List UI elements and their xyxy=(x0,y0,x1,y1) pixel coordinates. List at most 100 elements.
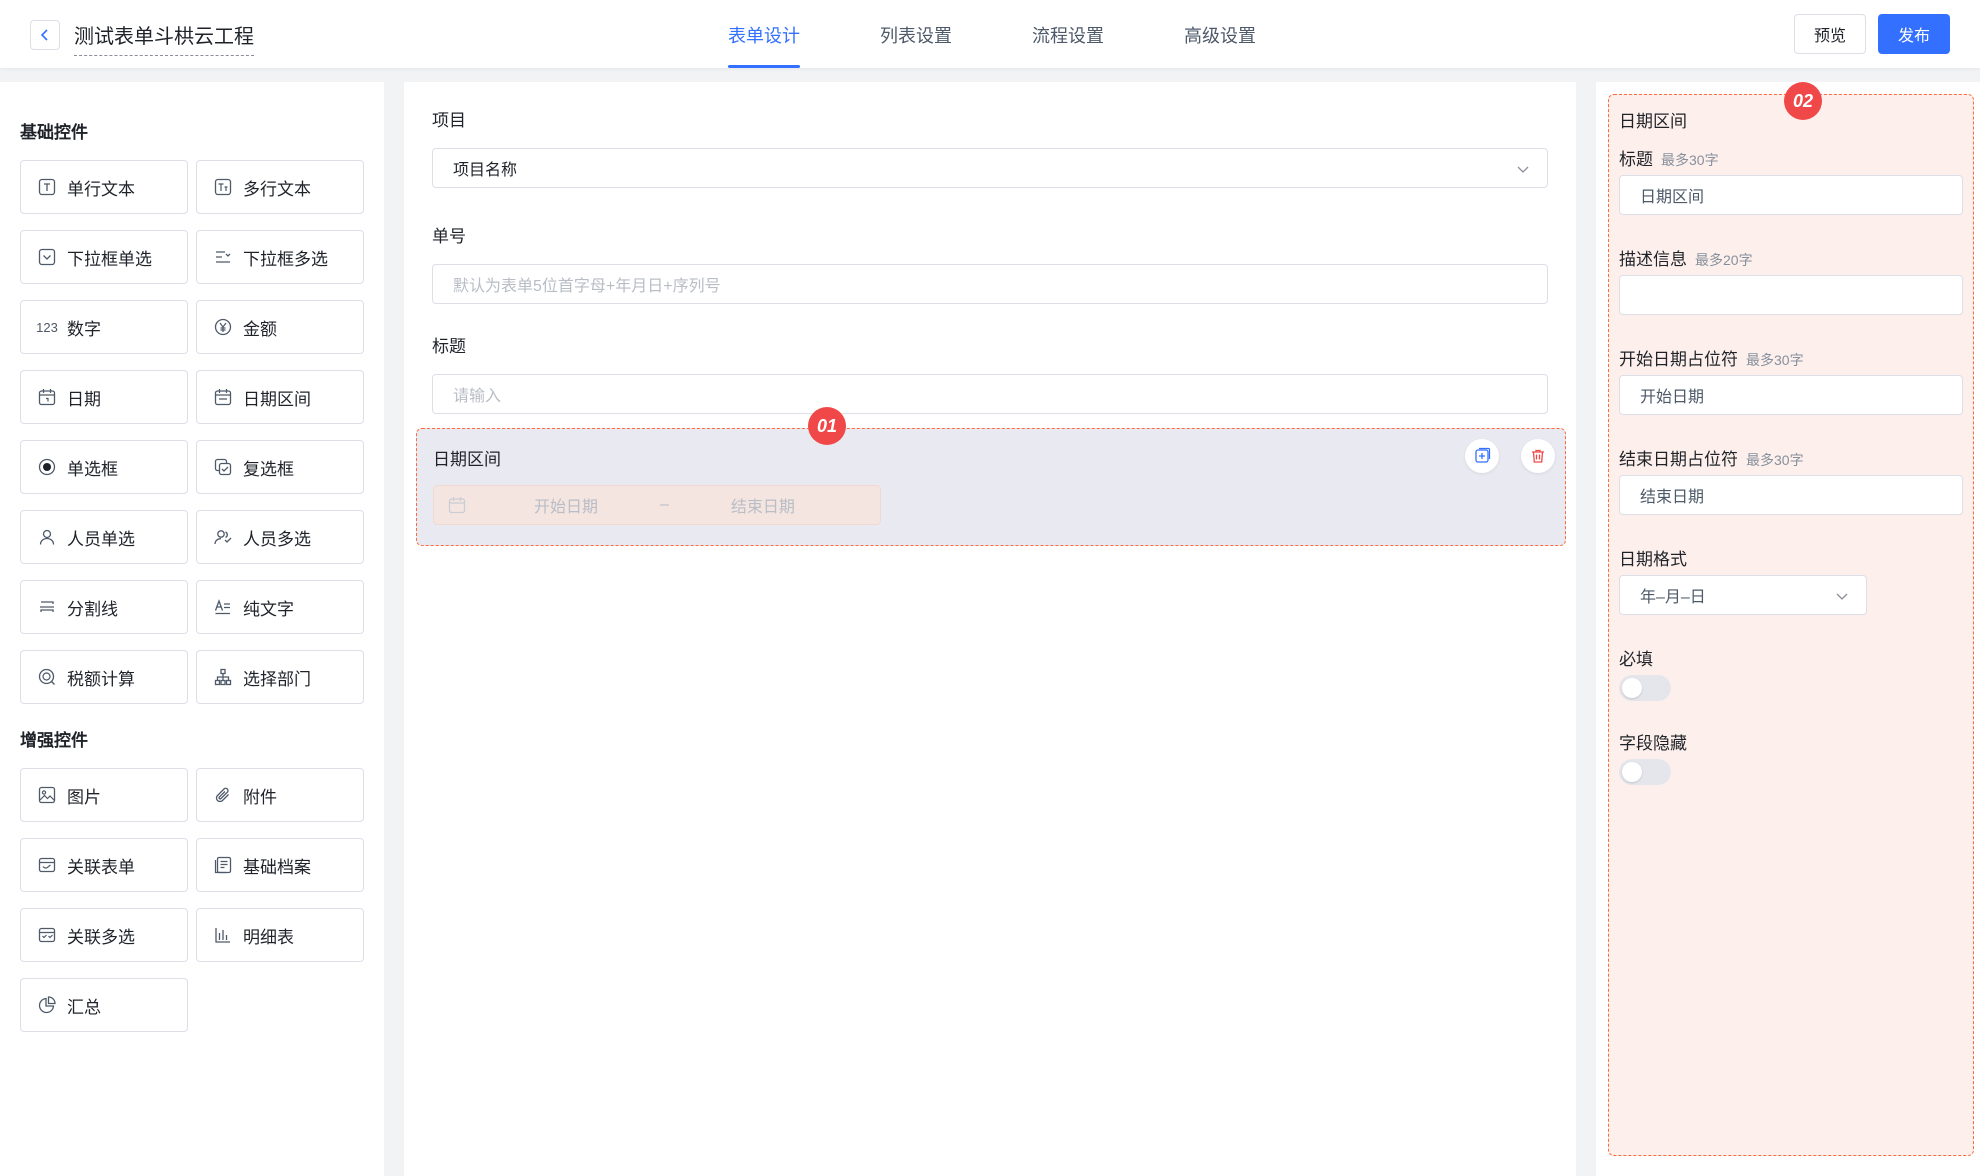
tab-form-design[interactable]: 表单设计 xyxy=(728,0,800,68)
widget-number[interactable]: 123 数字 xyxy=(20,300,188,354)
yen-coin-icon xyxy=(213,317,233,337)
textarea-icon xyxy=(213,177,233,197)
text-align-icon xyxy=(213,597,233,617)
widget-dropdown-single[interactable]: 下拉框单选 xyxy=(20,230,188,284)
tab-advanced-settings[interactable]: 高级设置 xyxy=(1184,0,1256,68)
form-title[interactable]: 测试表单斗栱云工程 xyxy=(74,20,254,56)
widget-divider[interactable]: 分割线 xyxy=(20,580,188,634)
prop-start-value: 开始日期 xyxy=(1640,389,1705,406)
widget-label: 基础档案 xyxy=(243,857,311,877)
annotation-marker-02: 02 xyxy=(1784,82,1822,120)
prop-start-input[interactable]: 开始日期 xyxy=(1619,375,1963,415)
tab-list-settings[interactable]: 列表设置 xyxy=(880,0,952,68)
widget-image[interactable]: 图片 xyxy=(20,768,188,822)
widget-linked-multi[interactable]: 关联多选 xyxy=(20,908,188,962)
tax-calculator-icon xyxy=(37,667,57,687)
project-select-value: 项目名称 xyxy=(453,162,518,179)
linked-form-icon xyxy=(37,855,57,875)
widget-date-range[interactable]: 日期区间 xyxy=(196,370,364,424)
multi-select-list-icon xyxy=(213,247,233,267)
widget-label: 关联多选 xyxy=(67,927,135,947)
radio-icon xyxy=(37,457,57,477)
enhanced-widgets-title: 增强控件 xyxy=(20,731,88,750)
prop-title-label-text: 标题 xyxy=(1619,150,1653,169)
widget-person-multi[interactable]: 人员多选 xyxy=(196,510,364,564)
prop-title-hint: 最多30字 xyxy=(1661,152,1719,168)
user-icon xyxy=(37,527,57,547)
widget-person-single[interactable]: 人员单选 xyxy=(20,510,188,564)
widget-basic-archive[interactable]: 基础档案 xyxy=(196,838,364,892)
chevron-down-icon xyxy=(1836,593,1848,600)
prop-format-select[interactable]: 年–月–日 xyxy=(1619,575,1867,615)
back-button[interactable] xyxy=(30,20,60,50)
annotation-marker-01: 01 xyxy=(808,407,846,445)
title-input-placeholder: 请输入 xyxy=(453,388,502,405)
number-label: 单号 xyxy=(432,227,466,246)
widget-label: 税额计算 xyxy=(67,669,135,689)
widget-label: 单行文本 xyxy=(67,179,135,199)
number-input-placeholder: 默认为表单5位首字母+年月日+序列号 xyxy=(453,278,721,295)
main-tabs: 表单设计 列表设置 流程设置 高级设置 xyxy=(728,0,1336,68)
prop-start-label: 开始日期占位符 最多30字 xyxy=(1619,345,1804,370)
preview-button[interactable]: 预览 xyxy=(1794,14,1866,54)
date-range-picker[interactable]: 开始日期 – 结束日期 xyxy=(433,485,881,525)
widget-label: 单选框 xyxy=(67,459,118,479)
publish-button[interactable]: 发布 xyxy=(1878,14,1950,54)
org-chart-icon xyxy=(213,667,233,687)
copy-field-button[interactable] xyxy=(1465,439,1499,473)
widget-radio[interactable]: 单选框 xyxy=(20,440,188,494)
widget-department[interactable]: 选择部门 xyxy=(196,650,364,704)
widget-checkbox[interactable]: 复选框 xyxy=(196,440,364,494)
prop-desc-hint: 最多20字 xyxy=(1695,252,1753,268)
widget-dropdown-multi[interactable]: 下拉框多选 xyxy=(196,230,364,284)
widget-linked-form[interactable]: 关联表单 xyxy=(20,838,188,892)
widget-label: 关联表单 xyxy=(67,857,135,877)
widget-label: 多行文本 xyxy=(243,179,311,199)
widget-attachment[interactable]: 附件 xyxy=(196,768,364,822)
widget-label: 日期区间 xyxy=(243,389,311,409)
prop-start-hint: 最多30字 xyxy=(1746,352,1804,368)
properties-heading: 日期区间 xyxy=(1619,112,1687,131)
title-input[interactable]: 请输入 xyxy=(432,374,1548,414)
text-field-icon xyxy=(37,177,57,197)
pie-chart-icon xyxy=(37,995,57,1015)
required-toggle[interactable] xyxy=(1619,675,1671,701)
widget-label: 人员单选 xyxy=(67,529,135,549)
number-icon: 123 xyxy=(36,319,58,335)
widget-label: 金额 xyxy=(243,319,277,339)
prop-desc-label-text: 描述信息 xyxy=(1619,250,1687,269)
date-range-label: 日期区间 xyxy=(433,450,501,469)
prop-end-input[interactable]: 结束日期 xyxy=(1619,475,1963,515)
selected-date-range-field[interactable]: 日期区间 开始日期 – 结束日期 xyxy=(416,428,1566,546)
widget-plain-text[interactable]: 纯文字 xyxy=(196,580,364,634)
tab-flow-settings[interactable]: 流程设置 xyxy=(1032,0,1104,68)
widget-summary[interactable]: 汇总 xyxy=(20,978,188,1032)
prop-title-input[interactable]: 日期区间 xyxy=(1619,175,1963,215)
widget-amount[interactable]: 金额 xyxy=(196,300,364,354)
prop-end-hint: 最多30字 xyxy=(1746,452,1804,468)
hidden-toggle[interactable] xyxy=(1619,759,1671,785)
calendar-range-icon xyxy=(213,387,233,407)
widget-single-line-text[interactable]: 单行文本 xyxy=(20,160,188,214)
trash-icon xyxy=(1532,449,1544,463)
prop-start-label-text: 开始日期占位符 xyxy=(1619,350,1738,369)
linked-multi-icon xyxy=(37,925,57,945)
paperclip-icon xyxy=(213,785,233,805)
prop-desc-input[interactable] xyxy=(1619,275,1963,315)
project-select[interactable]: 项目名称 xyxy=(432,148,1548,188)
prop-end-value: 结束日期 xyxy=(1640,489,1705,506)
widget-detail-table[interactable]: 明细表 xyxy=(196,908,364,962)
widget-label: 下拉框单选 xyxy=(67,249,152,269)
widget-label: 数字 xyxy=(67,319,101,339)
number-input[interactable]: 默认为表单5位首字母+年月日+序列号 xyxy=(432,264,1548,304)
widget-label: 下拉框多选 xyxy=(243,249,328,269)
widget-palette: 基础控件 单行文本 多行文本 下拉框单选 下拉框多选 123 数字 金额 日期 … xyxy=(0,82,384,1176)
delete-field-button[interactable] xyxy=(1521,439,1555,473)
archive-document-icon xyxy=(213,855,233,875)
end-date-placeholder: 结束日期 xyxy=(730,499,795,516)
basic-widgets-title: 基础控件 xyxy=(20,123,88,142)
widget-date[interactable]: 日期 xyxy=(20,370,188,424)
widget-multi-line-text[interactable]: 多行文本 xyxy=(196,160,364,214)
widget-tax-calc[interactable]: 税额计算 xyxy=(20,650,188,704)
properties-panel: 日期区间 标题 最多30字 日期区间 描述信息 最多20字 开始日期占位符 最多30字… xyxy=(1596,82,1980,1176)
